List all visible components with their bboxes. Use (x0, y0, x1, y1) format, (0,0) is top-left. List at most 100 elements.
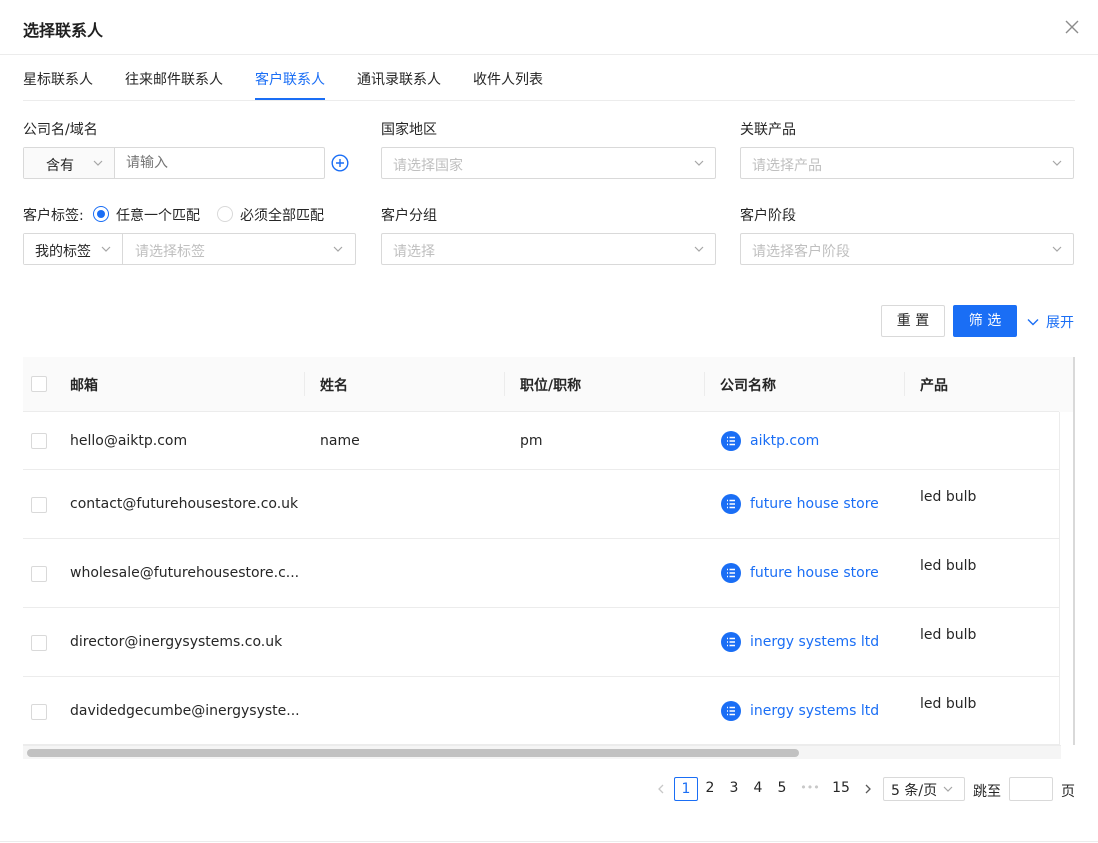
page-4[interactable]: 4 (748, 777, 768, 801)
chevron-down-icon (943, 786, 953, 792)
page-1[interactable]: 1 (674, 777, 698, 801)
expand-label: 展开 (1046, 315, 1074, 331)
chevron-down-icon (333, 246, 343, 252)
contact-tabs: 星标联系人 往来邮件联系人 客户联系人 通讯录联系人 收件人列表 (23, 56, 1075, 101)
stage-filter-label: 客户阶段 (740, 208, 796, 224)
tags-scope-value: 我的标签 (35, 244, 91, 260)
radio-match-all[interactable] (217, 206, 233, 222)
row-company-name: inergy systems ltd (750, 634, 880, 650)
page-size-select[interactable]: 5 条/页 (883, 777, 965, 801)
row-product: led bulb (920, 627, 977, 643)
column-divider (504, 372, 505, 396)
row-checkbox[interactable] (31, 433, 47, 449)
company-filter-label: 公司名/域名 (23, 122, 98, 138)
list-circle-icon (721, 701, 741, 721)
company-filter: 含有 (23, 147, 325, 179)
tab-starred[interactable]: 星标联系人 (23, 69, 93, 89)
chevron-down-icon (93, 160, 103, 166)
column-name: 姓名 (320, 378, 348, 394)
row-checkbox[interactable] (31, 497, 47, 513)
row-company-name: inergy systems ltd (750, 703, 880, 719)
column-divider (304, 372, 305, 396)
group-select[interactable]: 请选择 (381, 233, 716, 265)
row-company-name: future house store (750, 496, 879, 512)
list-circle-icon (721, 632, 741, 652)
chevron-down-icon (694, 246, 704, 252)
reset-button[interactable]: 重 置 (881, 305, 945, 337)
dialog-title: 选择联系人 (23, 21, 104, 40)
row-name: name (320, 433, 360, 449)
page-3[interactable]: 3 (724, 777, 744, 801)
row-company-name: aiktp.com (750, 433, 820, 449)
row-company-name: future house store (750, 565, 879, 581)
stage-placeholder: 请选择客户阶段 (752, 244, 850, 260)
page-2[interactable]: 2 (700, 777, 720, 801)
tab-recipient-list[interactable]: 收件人列表 (473, 69, 543, 89)
page-ellipsis[interactable]: ••• (798, 777, 822, 801)
row-product: led bulb (920, 558, 977, 574)
column-email: 邮箱 (70, 378, 98, 394)
radio-match-any-label[interactable]: 任意一个匹配 (116, 205, 200, 225)
active-tab-indicator (255, 98, 325, 100)
row-checkbox[interactable] (31, 566, 47, 582)
footer-divider (0, 841, 1098, 842)
company-input[interactable] (116, 148, 322, 178)
chevron-down-icon (694, 160, 704, 166)
tags-select[interactable]: 请选择标签 (124, 234, 355, 264)
tags-filter-label: 客户标签: (23, 208, 84, 224)
filter-button[interactable]: 筛 选 (953, 305, 1017, 337)
table-row[interactable]: wholesale@futurehousestore.c... future h… (23, 539, 1061, 608)
table-row[interactable]: davidedgecumbe@inergysyste... inergy sys… (23, 677, 1061, 745)
close-icon[interactable] (1062, 17, 1082, 37)
product-placeholder: 请选择产品 (752, 158, 822, 174)
table-row[interactable]: director@inergysystems.co.uk inergy syst… (23, 608, 1061, 677)
radio-match-any[interactable] (93, 206, 109, 222)
tab-address-book[interactable]: 通讯录联系人 (357, 69, 441, 89)
add-circle-icon[interactable] (331, 154, 349, 172)
tab-email-contacts[interactable]: 往来邮件联系人 (125, 69, 223, 89)
row-product: led bulb (920, 489, 977, 505)
column-product: 产品 (920, 378, 948, 394)
tags-placeholder: 请选择标签 (135, 244, 205, 260)
tags-filter: 我的标签 请选择标签 (23, 233, 356, 265)
row-email: hello@aiktp.com (70, 433, 188, 449)
horizontal-scrollbar-thumb[interactable] (27, 749, 799, 757)
country-placeholder: 请选择国家 (393, 158, 463, 174)
column-divider (704, 372, 705, 396)
row-email: wholesale@futurehousestore.c... (70, 565, 300, 581)
tab-customer-contacts[interactable]: 客户联系人 (255, 69, 325, 89)
table-row[interactable]: hello@aiktp.com name pm aiktp.com (23, 412, 1061, 470)
column-company: 公司名称 (720, 378, 776, 394)
country-select[interactable]: 请选择国家 (381, 147, 716, 179)
page-5[interactable]: 5 (772, 777, 792, 801)
tags-scope-select[interactable]: 我的标签 (24, 234, 123, 264)
table-row[interactable]: contact@futurehousestore.co.uk future ho… (23, 470, 1061, 539)
row-checkbox[interactable] (31, 635, 47, 651)
page-last[interactable]: 15 (828, 777, 854, 801)
row-email: director@inergysystems.co.uk (70, 634, 283, 650)
table-fixed-edge (1059, 412, 1075, 745)
list-circle-icon (721, 494, 741, 514)
radio-match-all-label[interactable]: 必须全部匹配 (240, 205, 324, 225)
company-operator-select[interactable]: 含有 (24, 148, 115, 178)
table-header: 邮箱 姓名 职位/职称 公司名称 产品 (23, 357, 1075, 412)
stage-select[interactable]: 请选择客户阶段 (740, 233, 1074, 265)
horizontal-scrollbar[interactable] (23, 745, 1061, 759)
jump-label: 跳至 (973, 784, 1001, 800)
table-header-edge (1059, 357, 1075, 412)
product-filter-label: 关联产品 (740, 122, 796, 138)
list-circle-icon (721, 431, 741, 451)
jump-page-input[interactable] (1009, 777, 1053, 801)
dialog-header: 选择联系人 (0, 0, 1098, 55)
row-checkbox[interactable] (31, 704, 47, 720)
list-circle-icon (721, 563, 741, 583)
chevron-down-icon (1027, 319, 1039, 326)
next-page-icon[interactable] (862, 783, 874, 795)
column-title: 职位/职称 (520, 378, 582, 394)
product-select[interactable]: 请选择产品 (740, 147, 1074, 179)
column-divider (904, 372, 905, 396)
chevron-down-icon (1052, 160, 1062, 166)
select-all-checkbox[interactable] (31, 376, 47, 392)
prev-page-icon[interactable] (655, 783, 667, 795)
row-title: pm (520, 433, 543, 449)
